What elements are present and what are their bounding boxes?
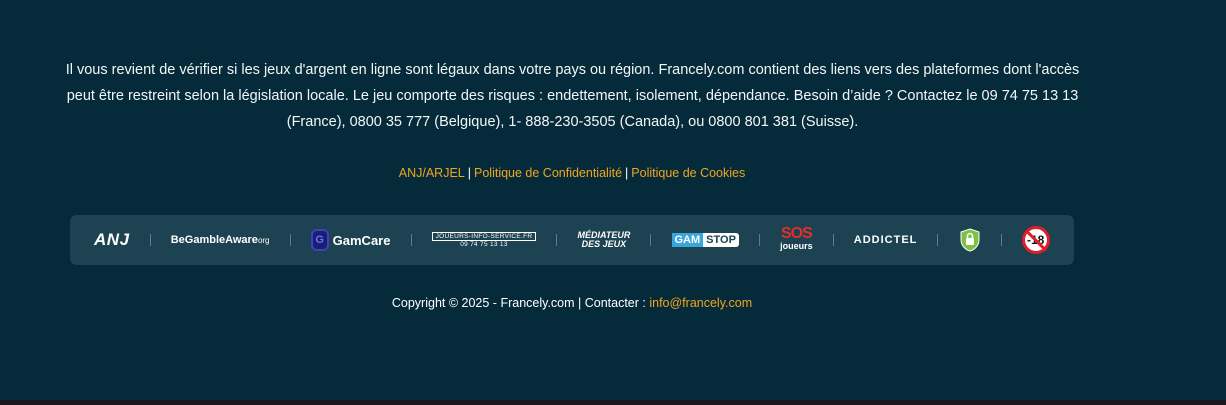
logo-divider: [149, 234, 151, 246]
mediateur-des-jeux-logo[interactable]: MÉDIATEUR DES JEUX: [578, 231, 631, 249]
addictel-logo[interactable]: ADDICTEL: [854, 234, 918, 246]
privacy-policy-link[interactable]: Politique de Confidentialité: [474, 166, 622, 180]
cookie-policy-link[interactable]: Politique de Cookies: [631, 166, 745, 180]
contact-email-link[interactable]: info@francely.com: [649, 296, 752, 310]
logo-divider: [759, 234, 761, 246]
copyright-text: Copyright © 2025 - Francely.com | Contac…: [391, 296, 650, 310]
logo-divider: [937, 234, 939, 246]
begambleaware-logo-suffix: org: [257, 235, 270, 245]
gamstop-logo[interactable]: GAM STOP: [671, 233, 739, 247]
gamstop-logo-part2: STOP: [703, 233, 739, 247]
logo-divider: [556, 234, 558, 246]
gamstop-logo-part1: GAM: [671, 233, 704, 247]
logo-divider: [650, 234, 652, 246]
joueurs-info-service-phone: 09 74 75 13 13: [460, 241, 508, 248]
link-separator: |: [467, 166, 471, 180]
anj-arjel-link[interactable]: ANJ/ARJEL: [399, 166, 465, 180]
mediateur-line2: DES JEUX: [581, 239, 627, 249]
footer-disclaimer: Il vous revient de vérifier si les jeux …: [65, 62, 1080, 130]
anj-logo-text: ANJ: [94, 230, 130, 249]
link-separator: |: [625, 166, 629, 180]
joueurs-info-service-logo[interactable]: JOUEURS-INFO-SERVICE.FR 09 74 75 13 13: [431, 232, 537, 248]
logo-divider: [832, 234, 834, 246]
gamcare-logo-text: GamCare: [332, 232, 391, 248]
secure-site-logo[interactable]: [959, 228, 981, 252]
logo-divider: [289, 234, 291, 246]
anj-logo[interactable]: ANJ: [94, 230, 130, 250]
joueurs-logo-text: joueurs: [780, 241, 813, 251]
sos-joueurs-logo[interactable]: SOS joueurs: [780, 225, 813, 252]
bottom-edge-strip: [0, 400, 1226, 405]
copyright-line: Copyright © 2025 - Francely.com | Contac…: [0, 296, 1144, 310]
age-restriction-badge: -18: [1021, 226, 1050, 254]
responsible-gambling-logo-bar: ANJ BeGambleAware org G GamCare JOUEURS-IN…: [70, 215, 1074, 265]
logo-divider: [1000, 234, 1002, 246]
begambleaware-logo[interactable]: BeGambleAware org: [171, 234, 270, 246]
joueurs-info-service-text: JOUEURS-INFO-SERVICE.FR: [431, 232, 537, 241]
logo-divider: [410, 234, 412, 246]
gamcare-g-icon: G: [310, 229, 329, 251]
addictel-logo-text: ADDICTEL: [853, 234, 918, 246]
lock-shield-icon: [960, 228, 980, 252]
sos-logo-text: SOS: [780, 225, 813, 242]
footer-legal-links: ANJ/ARJEL | Politique de Confidentialité | P…: [0, 166, 1144, 180]
gamcare-logo[interactable]: G GamCare: [310, 229, 391, 251]
begambleaware-logo-text: BeGambleAware: [170, 234, 258, 246]
